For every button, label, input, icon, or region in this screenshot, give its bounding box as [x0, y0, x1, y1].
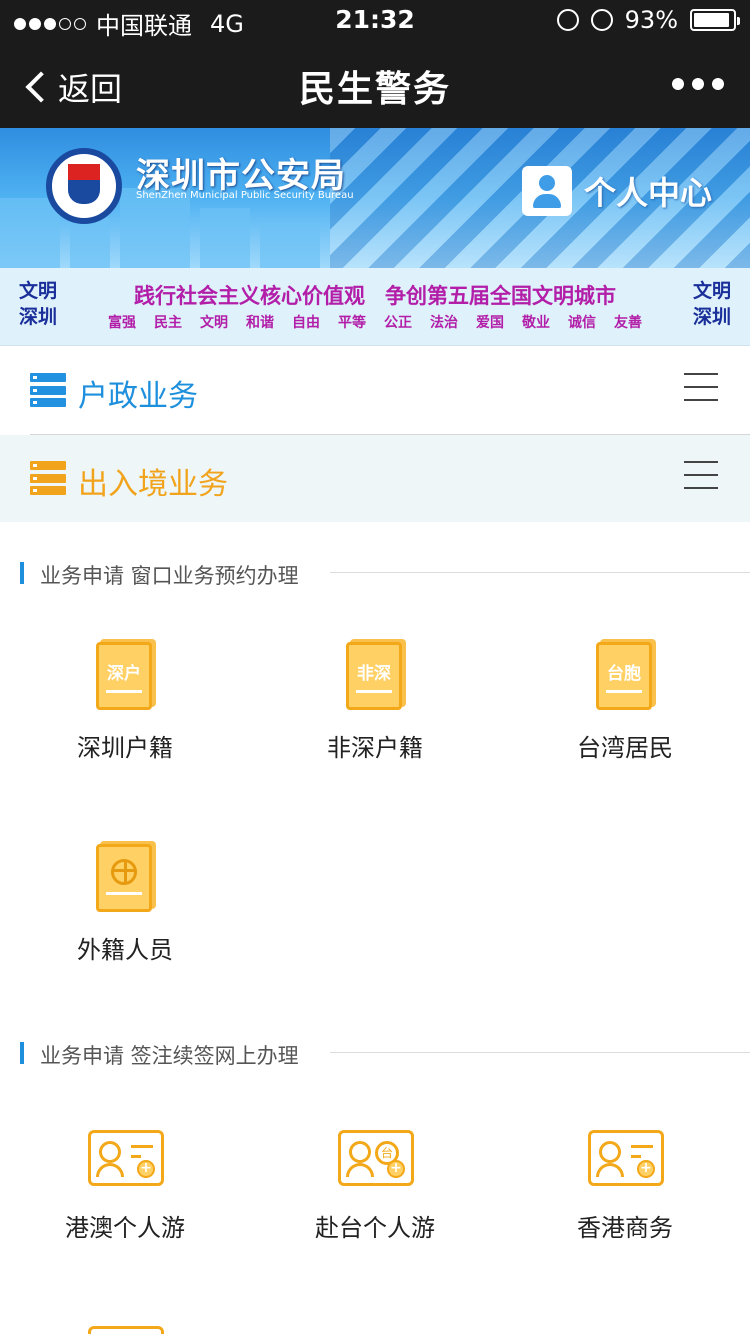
- service-non-shenzhen-hukou[interactable]: 非深 非深户籍: [250, 630, 500, 780]
- battery-percent: 93%: [624, 6, 678, 34]
- emblem-line1: 文明: [18, 280, 57, 302]
- service-hk-macau-individual-travel[interactable]: + 港澳个人游: [0, 1112, 250, 1262]
- personal-center-button[interactable]: 个人中心: [521, 166, 712, 216]
- passport-book-icon: 深户: [96, 642, 152, 710]
- category-exit-entry-affairs[interactable]: 出入境业务: [0, 435, 750, 522]
- slogan-right: 争创第五届全国文明城市: [385, 284, 616, 308]
- category-label: 户政业务: [78, 379, 198, 414]
- core-value: 和谐: [246, 315, 274, 331]
- icon-text: 非深: [357, 664, 391, 684]
- core-value: 平等: [338, 315, 366, 331]
- civilization-slogan-banner: 文明 深圳 践行社会主义核心价值观 争创第五届全国文明城市 富强 民主 文明 和谐…: [0, 268, 750, 346]
- more-dot-icon: [692, 78, 704, 90]
- civilized-shenzhen-emblem: 文明 深圳: [10, 278, 66, 330]
- city-skyline-graphic: [0, 198, 60, 268]
- core-value: 富强: [108, 315, 136, 331]
- battery-icon: [690, 9, 740, 31]
- section-title: 业务申请 窗口业务预约办理: [40, 564, 299, 588]
- section-accent-bar: [20, 562, 24, 584]
- service-label: 外籍人员: [77, 936, 173, 964]
- service-foreigners[interactable]: 外籍人员: [0, 832, 250, 982]
- service-label: 深圳户籍: [77, 734, 173, 762]
- more-dot-icon: [712, 78, 724, 90]
- section-divider: [330, 1052, 750, 1053]
- id-card-taiwan-icon: 台 +: [338, 1130, 414, 1186]
- category-household-affairs[interactable]: 户政业务: [0, 347, 750, 434]
- city-skyline-graphic: [200, 208, 250, 268]
- icon-text: 深户: [107, 664, 141, 684]
- core-value: 敬业: [522, 315, 550, 331]
- service-taiwan-residents[interactable]: 台胞 台湾居民: [500, 630, 750, 780]
- city-skyline-graphic: [260, 223, 320, 268]
- section-accent-bar: [20, 1042, 24, 1064]
- passport-book-icon: 非深: [346, 642, 402, 710]
- hamburger-menu-icon[interactable]: [684, 461, 718, 489]
- id-card-plus-icon: +: [88, 1130, 164, 1186]
- more-options-button[interactable]: [672, 78, 724, 90]
- navigation-bar: 返回 民生警务: [0, 40, 750, 128]
- section-divider: [330, 572, 750, 573]
- globe-passport-icon: [96, 844, 152, 912]
- rotation-lock-icon: [556, 9, 579, 31]
- personal-center-label: 个人中心: [583, 174, 712, 212]
- hamburger-menu-icon[interactable]: [684, 373, 718, 401]
- header-banner: 深圳市公安局 ShenZhen Municipal Public Securit…: [0, 128, 750, 268]
- id-card-icon: [88, 1326, 164, 1334]
- service-label: 非深户籍: [327, 734, 423, 762]
- slogan-main: 践行社会主义核心价值观 争创第五届全国文明城市: [70, 280, 680, 310]
- service-label: 台湾居民: [577, 734, 673, 762]
- bureau-name-english: ShenZhen Municipal Public Security Burea…: [136, 190, 354, 201]
- server-stack-icon: [30, 373, 66, 407]
- police-badge-logo: [46, 148, 122, 224]
- emblem-line2: 深圳: [18, 306, 57, 328]
- service-shenzhen-hukou[interactable]: 深户 深圳户籍: [0, 630, 250, 780]
- core-values-list: 富强 民主 文明 和谐 自由 平等 公正 法治 爱国 敬业 诚信 友善: [108, 312, 642, 332]
- service-label: 港澳个人游: [65, 1214, 185, 1242]
- service-taiwan-individual-travel[interactable]: 台 + 赴台个人游: [250, 1112, 500, 1262]
- service-label: 香港商务: [577, 1214, 673, 1242]
- city-skyline-graphic: [70, 218, 110, 268]
- status-bar: 中国联通 4G 21:32 93%: [0, 0, 750, 40]
- emblem-line2: 深圳: [692, 306, 731, 328]
- alarm-icon: [590, 9, 613, 31]
- emblem-line1: 文明: [692, 280, 731, 302]
- core-value: 文明: [200, 315, 228, 331]
- section-header-window-appointment: 业务申请 窗口业务预约办理: [20, 560, 750, 588]
- core-value: 爱国: [476, 315, 504, 331]
- core-value: 公正: [384, 315, 412, 331]
- core-value: 友善: [614, 315, 642, 331]
- server-stack-icon: [30, 461, 66, 495]
- passport-book-icon: 台胞: [596, 642, 652, 710]
- service-label: 赴台个人游: [315, 1214, 435, 1242]
- icon-text: 台胞: [607, 664, 641, 684]
- slogan-left: 践行社会主义核心价值观: [134, 284, 365, 308]
- section-header-online-endorsement: 业务申请 签注续签网上办理: [20, 1040, 750, 1068]
- more-dot-icon: [672, 78, 684, 90]
- section-title: 业务申请 签注续签网上办理: [40, 1044, 299, 1068]
- category-label: 出入境业务: [78, 467, 228, 502]
- globe-icon: [111, 859, 137, 885]
- page-title: 民生警务: [298, 69, 451, 110]
- civilized-shenzhen-emblem: 文明 深圳: [684, 278, 740, 330]
- status-right: 93%: [556, 6, 740, 34]
- core-value: 诚信: [568, 315, 596, 331]
- core-value: 法治: [430, 315, 458, 331]
- core-value: 自由: [292, 315, 320, 331]
- user-icon: [521, 166, 572, 216]
- service-hong-kong-business[interactable]: + 香港商务: [500, 1112, 750, 1262]
- core-value: 民主: [154, 315, 182, 331]
- business-card-plus-icon: +: [588, 1130, 664, 1186]
